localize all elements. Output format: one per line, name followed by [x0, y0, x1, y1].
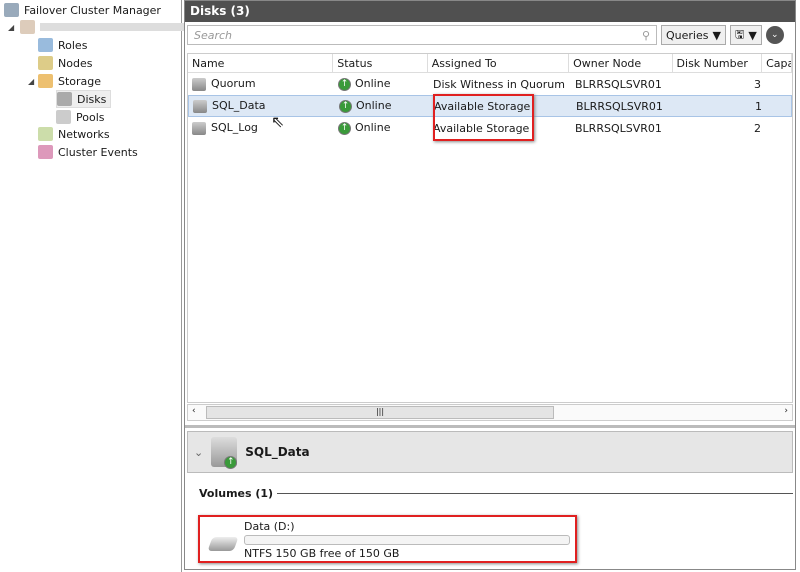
volume-usage-bar: [244, 535, 570, 545]
tree-item-networks[interactable]: Networks: [38, 125, 110, 143]
disk-icon: [192, 121, 206, 135]
pools-icon: [56, 110, 71, 124]
column-header[interactable]: Assigned To: [428, 54, 570, 72]
label: Nodes: [58, 56, 93, 70]
tree-item-cluster-events[interactable]: Cluster Events: [38, 143, 138, 161]
volumes-section: Volumes (1): [199, 487, 793, 500]
column-header[interactable]: Owner Node: [569, 54, 673, 72]
redacted-cluster-name: [40, 23, 200, 31]
detail-title: SQL_Data: [245, 445, 310, 459]
assigned-to: Disk Witness in Quorum: [433, 77, 565, 91]
tree-item-roles[interactable]: Roles: [38, 36, 87, 54]
search-input[interactable]: Search ⚲: [187, 25, 657, 45]
table-header: Name Status Assigned To Owner Node Disk …: [188, 54, 792, 73]
splitter[interactable]: [185, 425, 795, 428]
scroll-right-icon[interactable]: ›: [784, 406, 788, 416]
mouse-cursor-icon: ⇖: [271, 112, 285, 131]
queries-label: Queries: [666, 28, 709, 42]
scroll-left-icon[interactable]: ‹: [192, 406, 196, 416]
scrollbar-thumb[interactable]: |||: [206, 406, 554, 419]
nodes-icon: [38, 56, 53, 70]
owner-node: BLRRSQLSVR01: [575, 121, 662, 135]
cluster-icon: [20, 20, 35, 34]
column-header[interactable]: Disk Number: [673, 54, 763, 72]
events-icon: [38, 145, 53, 159]
volume-name: Data (D:): [244, 520, 295, 533]
disk-icon: [193, 99, 207, 113]
online-icon: ↑: [338, 77, 351, 91]
queries-button[interactable]: Queries ▼: [661, 25, 726, 45]
save-query-button[interactable]: 🖫 ▼: [729, 25, 762, 45]
networks-icon: [38, 127, 53, 141]
pane-title: Disks (3): [185, 1, 795, 22]
tree-root[interactable]: Failover Cluster Manager: [4, 1, 161, 19]
horizontal-scrollbar[interactable]: ‹ ||| ›: [187, 404, 793, 421]
status: Online: [355, 77, 391, 91]
volumes-label: Volumes (1): [199, 487, 274, 500]
disk-number: 2: [754, 121, 761, 135]
label: Networks: [58, 127, 110, 141]
highlight-box: [433, 94, 534, 141]
tree-item-nodes[interactable]: Nodes: [38, 54, 92, 72]
disk-name: SQL_Log: [211, 121, 258, 135]
cluster-manager-icon: [4, 3, 19, 17]
disk-name: SQL_Data: [212, 99, 266, 113]
disk-icon: [192, 77, 206, 91]
chevron-down-icon: ▼: [748, 28, 757, 42]
navigation-tree: Failover Cluster Manager ◢ Roles Nodes ◢…: [0, 0, 200, 572]
tree-item-disks[interactable]: Disks: [56, 90, 112, 108]
status: Online: [355, 121, 391, 135]
drive-icon: [207, 537, 239, 551]
disk-number: 1: [755, 99, 762, 113]
disks-icon: [57, 92, 72, 106]
status: Online: [356, 99, 392, 113]
label: Storage: [58, 74, 102, 88]
disk-number: 3: [754, 77, 761, 91]
label: Disks: [77, 92, 107, 106]
volume-info: NTFS 150 GB free of 150 GB: [244, 547, 400, 560]
save-icon: 🖫: [734, 27, 745, 41]
online-icon: ↑: [339, 99, 352, 113]
column-header[interactable]: Capa: [762, 54, 792, 72]
owner-node: BLRRSQLSVR01: [575, 77, 662, 91]
detail-header: ⌄ ↑ SQL_Data: [187, 431, 793, 473]
column-header[interactable]: Name: [188, 54, 334, 72]
tree-cluster[interactable]: [20, 18, 200, 36]
collapse-chevron-icon[interactable]: ⌄: [194, 446, 203, 459]
label: Roles: [58, 38, 88, 52]
label: Pools: [76, 110, 105, 124]
expand-icon[interactable]: ◢: [28, 77, 34, 86]
label: Cluster Events: [58, 145, 138, 159]
volume-item[interactable]: Data (D:) NTFS 150 GB free of 150 GB: [198, 515, 577, 563]
owner-node: BLRRSQLSVR01: [576, 99, 663, 113]
disks-pane: Disks (3) Search ⚲ Queries ▼ 🖫 ▼ ⌄ Name Sta…: [184, 0, 796, 570]
tree-root-label: Failover Cluster Manager: [24, 3, 161, 17]
tree-item-storage[interactable]: Storage: [38, 72, 101, 90]
table-row[interactable]: Quorum ↑ Online Disk Witness in Quorum BL…: [188, 73, 792, 95]
chevron-down-icon: ▼: [712, 28, 721, 42]
online-icon: ↑: [338, 121, 351, 135]
expand-icon[interactable]: ◢: [8, 23, 14, 32]
storage-folder-icon: [38, 74, 53, 88]
search-icon: ⚲: [641, 28, 650, 42]
disk-online-icon: ↑: [211, 437, 238, 469]
disk-name: Quorum: [211, 77, 256, 91]
column-header[interactable]: Status: [333, 54, 428, 72]
roles-icon: [38, 38, 53, 52]
disks-table: Name Status Assigned To Owner Node Disk …: [187, 53, 793, 403]
tree-item-pools[interactable]: Pools: [56, 108, 105, 126]
search-placeholder: Search: [194, 28, 233, 42]
expand-collapse-button[interactable]: ⌄: [765, 26, 784, 44]
